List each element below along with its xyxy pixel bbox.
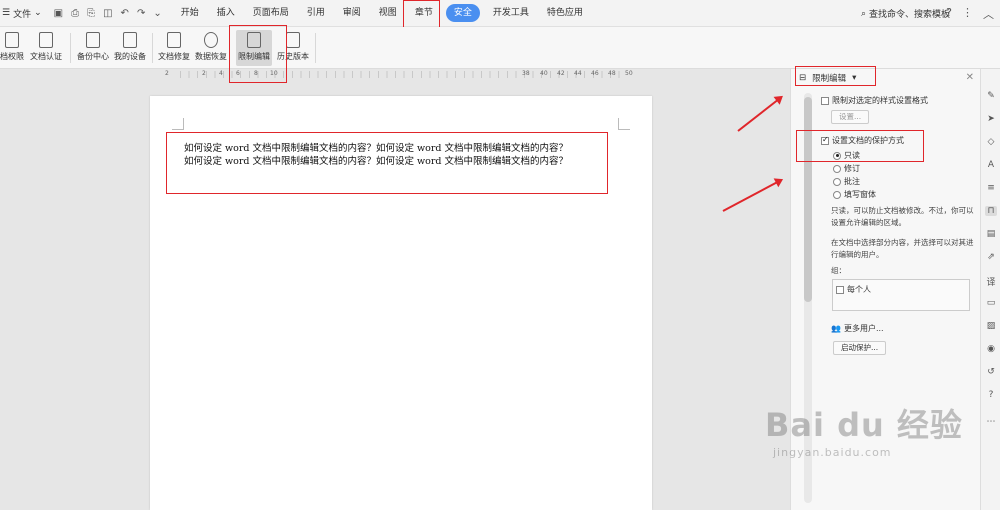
chevron-down-icon: ⌄ [34, 8, 42, 18]
start-protect-button[interactable]: 启动保护... [833, 341, 887, 355]
window-controls: ? ⋮ ︿ [946, 6, 994, 22]
group-label: 组： [831, 266, 846, 275]
tab-developer[interactable]: 开发工具 [484, 4, 538, 22]
select-description: 在文档中选择部分内容，并选择可以对其进行编辑的用户。 [831, 238, 974, 259]
tab-home[interactable]: 开始 [172, 4, 208, 22]
my-devices-button[interactable]: 我的设备 [114, 30, 146, 66]
help-icon[interactable]: ? [985, 390, 997, 400]
tab-page-layout[interactable]: 页面布局 [244, 4, 298, 22]
preview-icon[interactable]: ◫ [103, 8, 112, 19]
backup-center-button[interactable]: 备份中心 [77, 30, 109, 66]
shapes-icon[interactable]: ◇ [985, 137, 997, 147]
tab-references[interactable]: 引用 [298, 4, 334, 22]
radio-comment[interactable] [833, 177, 841, 186]
recovery-icon [204, 32, 218, 48]
help-icon[interactable]: ? [946, 6, 952, 22]
ribbon: 档权限 文档认证 备份中心 我的设备 文档修复 数据恢复 限制编辑 历史版本 [0, 27, 1000, 69]
more-options-icon[interactable]: ⋮ [962, 6, 973, 22]
option-revision[interactable]: 修订 [833, 163, 860, 174]
device-icon [123, 32, 137, 48]
highlight-panel-title [795, 66, 876, 86]
highlight-protect-mode [796, 130, 924, 162]
quick-access: ▣ ⎙ ⎘ ◫ ↶ ↷ ⌄ [48, 8, 168, 19]
tab-security[interactable]: 安全 [445, 4, 480, 22]
scroll-thumb[interactable] [804, 97, 812, 302]
history-icon[interactable]: ↺ [985, 367, 997, 377]
more-icon[interactable]: ⌄ [153, 8, 161, 19]
ribbon-tabs: 开始 插入 页面布局 引用 审阅 视图 章节 安全 开发工具 特色应用 [172, 4, 592, 22]
highlight-document-text [166, 132, 608, 194]
translate-icon[interactable]: 译 [985, 275, 997, 288]
menu-icon: ☰ [2, 8, 11, 18]
certify-icon [39, 32, 53, 48]
doc-permission-button[interactable]: 档权限 [0, 30, 24, 66]
redo-icon[interactable]: ↷ [137, 8, 145, 19]
lock-icon[interactable]: ⊓ [985, 206, 997, 216]
share-icon[interactable]: ⇗ [985, 252, 997, 262]
tab-insert[interactable]: 插入 [208, 4, 244, 22]
page-corner-mark [172, 118, 184, 130]
everyone-checkbox[interactable] [836, 285, 844, 294]
undo-icon[interactable]: ↶ [121, 8, 129, 19]
adjust-icon[interactable]: ≡ [985, 183, 997, 193]
ribbon-separator [152, 33, 153, 63]
format-restrict-option[interactable]: 限制对选定的样式设置格式 [821, 95, 928, 106]
file-menu[interactable]: ☰ 文件 ⌄ [0, 7, 48, 20]
everyone-option[interactable]: 每个人 [836, 284, 871, 295]
document-icon[interactable]: ▤ [985, 229, 997, 239]
backup-icon[interactable]: ◉ [985, 344, 997, 354]
print-icon[interactable]: ⎘ [87, 8, 95, 19]
user-group-list[interactable]: 每个人 [832, 279, 970, 311]
more-users-link[interactable]: 👥 更多用户... [831, 323, 884, 334]
more-icon[interactable]: ⋯ [985, 417, 997, 427]
doc-certify-button[interactable]: 文档认证 [30, 30, 62, 66]
readonly-description: 只读，可以防止文档被修改。不过，你可以设置允许编辑的区域。 [831, 206, 974, 227]
page-corner-mark [618, 118, 630, 130]
permission-icon [5, 32, 19, 48]
watermark-brand: Bai du 经验 [765, 406, 963, 444]
cursor-icon[interactable]: ➤ [985, 114, 997, 124]
users-icon: 👥 [831, 324, 841, 333]
ribbon-separator [70, 33, 71, 63]
backup-icon [86, 32, 100, 48]
archive-icon[interactable]: ▭ [985, 298, 997, 308]
doc-repair-button[interactable]: 文档修复 [158, 30, 190, 66]
search-icon: ⌕ [860, 8, 866, 19]
annotation-arrow [722, 179, 782, 212]
tab-view[interactable]: 视图 [370, 4, 406, 22]
settings-button[interactable]: 设置... [831, 110, 870, 124]
option-comment[interactable]: 批注 [833, 176, 860, 187]
command-search[interactable]: ⌕ 查找命令、搜索模板 [860, 7, 950, 21]
menu-bar: ☰ 文件 ⌄ ▣ ⎙ ⎘ ◫ ↶ ↷ ⌄ 开始 插入 页面布局 引用 审阅 视图… [0, 0, 1000, 27]
baidu-watermark: Bai du 经验 jingyan.baidu.com [765, 400, 963, 459]
repair-icon [167, 32, 181, 48]
format-restrict-checkbox[interactable] [821, 96, 829, 105]
collapse-icon[interactable]: ︿ [983, 6, 994, 22]
radio-revision[interactable] [833, 164, 841, 173]
radio-form[interactable] [833, 190, 841, 199]
export-icon[interactable]: ⎙ [71, 8, 79, 19]
style-icon[interactable]: A [985, 160, 997, 170]
ruler-ticks [180, 71, 620, 78]
pen-icon[interactable]: ✎ [985, 91, 997, 101]
right-sidebar: ✎ ➤ ◇ A ≡ ⊓ ▤ ⇗ 译 ▭ ▨ ◉ ↺ ? ⋯ [980, 69, 1000, 510]
save-icon[interactable]: ▣ [54, 8, 63, 19]
annotation-arrow [737, 96, 782, 132]
horizontal-ruler: 2 2 4 6 8 10 38 40 42 44 46 48 50 [165, 70, 633, 78]
option-form[interactable]: 填写窗体 [833, 189, 876, 200]
image-icon[interactable]: ▨ [985, 321, 997, 331]
tab-review[interactable]: 审阅 [334, 4, 370, 22]
watermark-url: jingyan.baidu.com [773, 446, 892, 459]
close-icon[interactable]: ✕ [966, 72, 974, 83]
tab-features[interactable]: 特色应用 [538, 4, 592, 22]
data-recovery-button[interactable]: 数据恢复 [195, 30, 227, 66]
ribbon-separator [315, 33, 316, 63]
history-icon [286, 32, 300, 48]
